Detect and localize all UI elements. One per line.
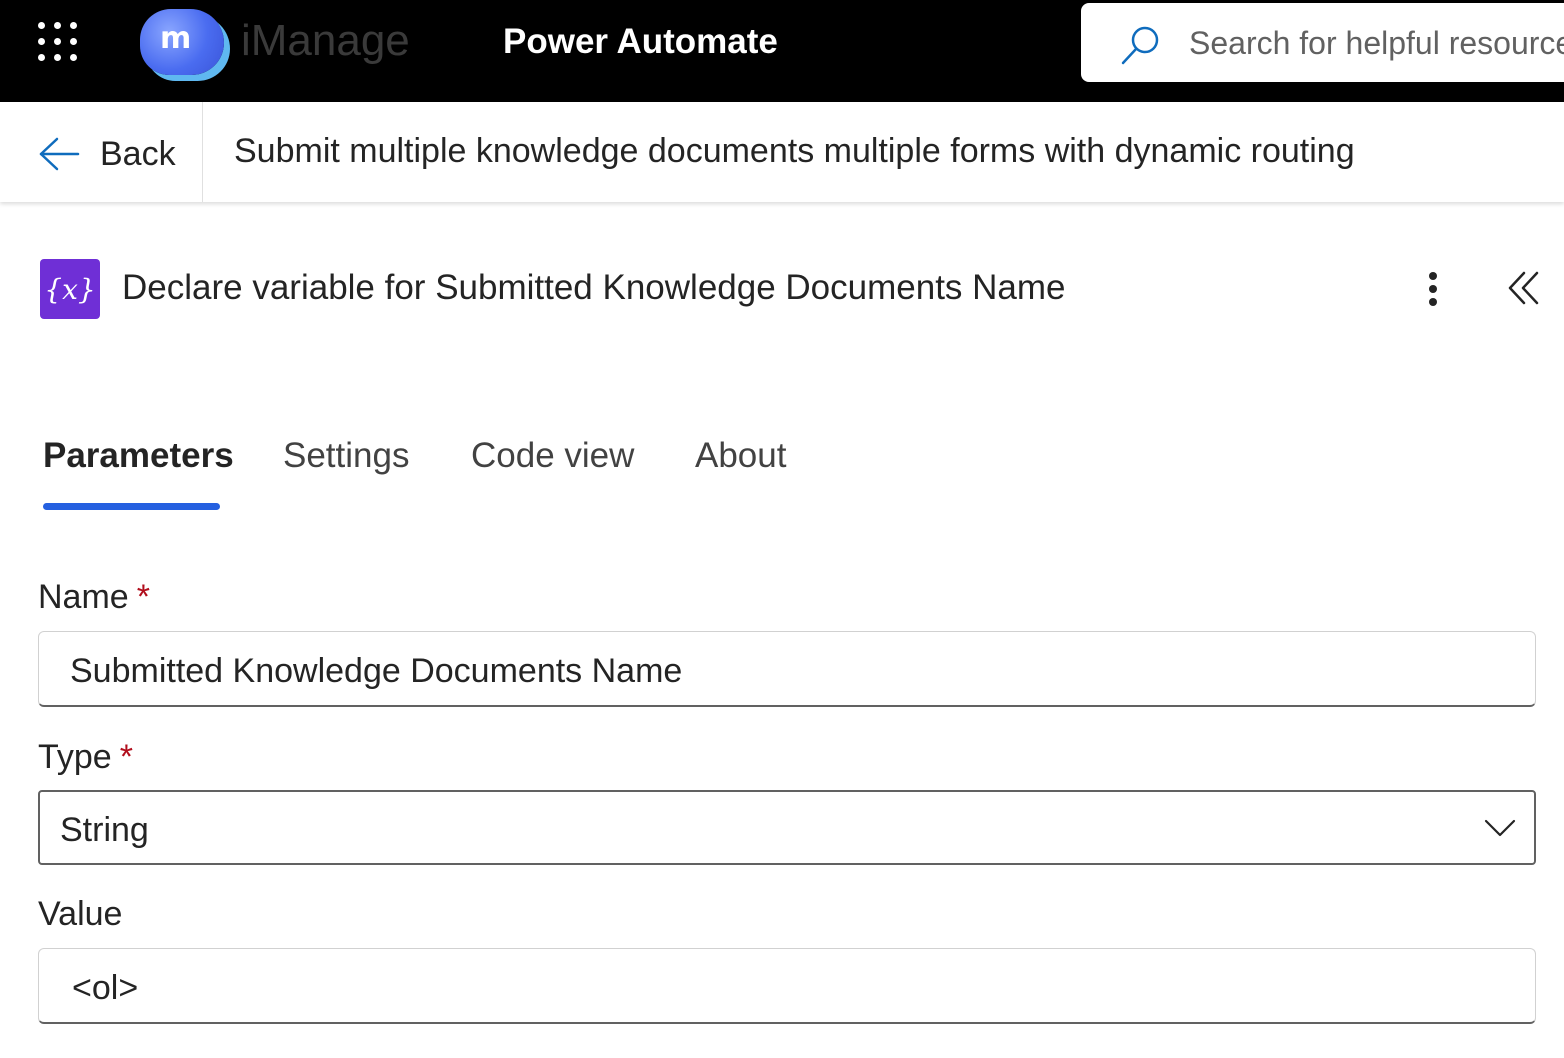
search-box[interactable]: [1081, 3, 1564, 82]
type-dropdown-value: String: [60, 811, 149, 849]
action-title[interactable]: Declare variable for Submitted Knowledge…: [122, 268, 1066, 308]
required-marker: *: [136, 578, 150, 616]
required-marker: *: [119, 738, 133, 776]
back-button[interactable]: Back: [38, 132, 176, 176]
back-arrow-icon: [39, 137, 80, 171]
app-title[interactable]: Power Automate: [503, 22, 778, 62]
type-dropdown[interactable]: String: [38, 790, 1536, 865]
name-field[interactable]: Submitted Knowledge Documents Name: [38, 631, 1536, 707]
collapse-double-chevron-icon: [1508, 271, 1539, 305]
name-label: Name *: [38, 578, 150, 617]
header-divider: [202, 102, 203, 202]
value-label: Value: [38, 895, 123, 933]
tab-parameters[interactable]: Parameters: [43, 436, 234, 476]
more-options-button[interactable]: [1418, 268, 1448, 310]
imanage-logo-text: iManage: [241, 16, 410, 65]
search-input[interactable]: [1189, 21, 1564, 65]
back-label: Back: [100, 134, 176, 173]
flow-header: Back Submit multiple knowledge documents…: [0, 102, 1564, 202]
chevron-down-icon: [1484, 819, 1516, 837]
tab-settings[interactable]: Settings: [283, 436, 409, 476]
top-bar: m iManage Power Automate: [0, 0, 1564, 102]
collapse-panel-button[interactable]: [1506, 270, 1540, 310]
app-launcher-waffle-icon[interactable]: [38, 22, 80, 62]
flow-title: Submit multiple knowledge documents mult…: [234, 132, 1355, 170]
tab-code-view[interactable]: Code view: [471, 436, 634, 476]
variable-icon: {x}: [40, 259, 100, 319]
active-tab-indicator: [43, 503, 220, 510]
name-label-text: Name: [38, 578, 129, 616]
search-icon: [1121, 26, 1159, 65]
imanage-logo-icon: m: [140, 9, 224, 75]
value-field[interactable]: <ol>: [38, 948, 1536, 1024]
value-field-value: <ol>: [72, 969, 139, 1007]
type-label-text: Type: [38, 738, 112, 776]
tab-about[interactable]: About: [695, 436, 786, 476]
name-field-value: Submitted Knowledge Documents Name: [70, 652, 683, 690]
type-label: Type *: [38, 738, 133, 777]
